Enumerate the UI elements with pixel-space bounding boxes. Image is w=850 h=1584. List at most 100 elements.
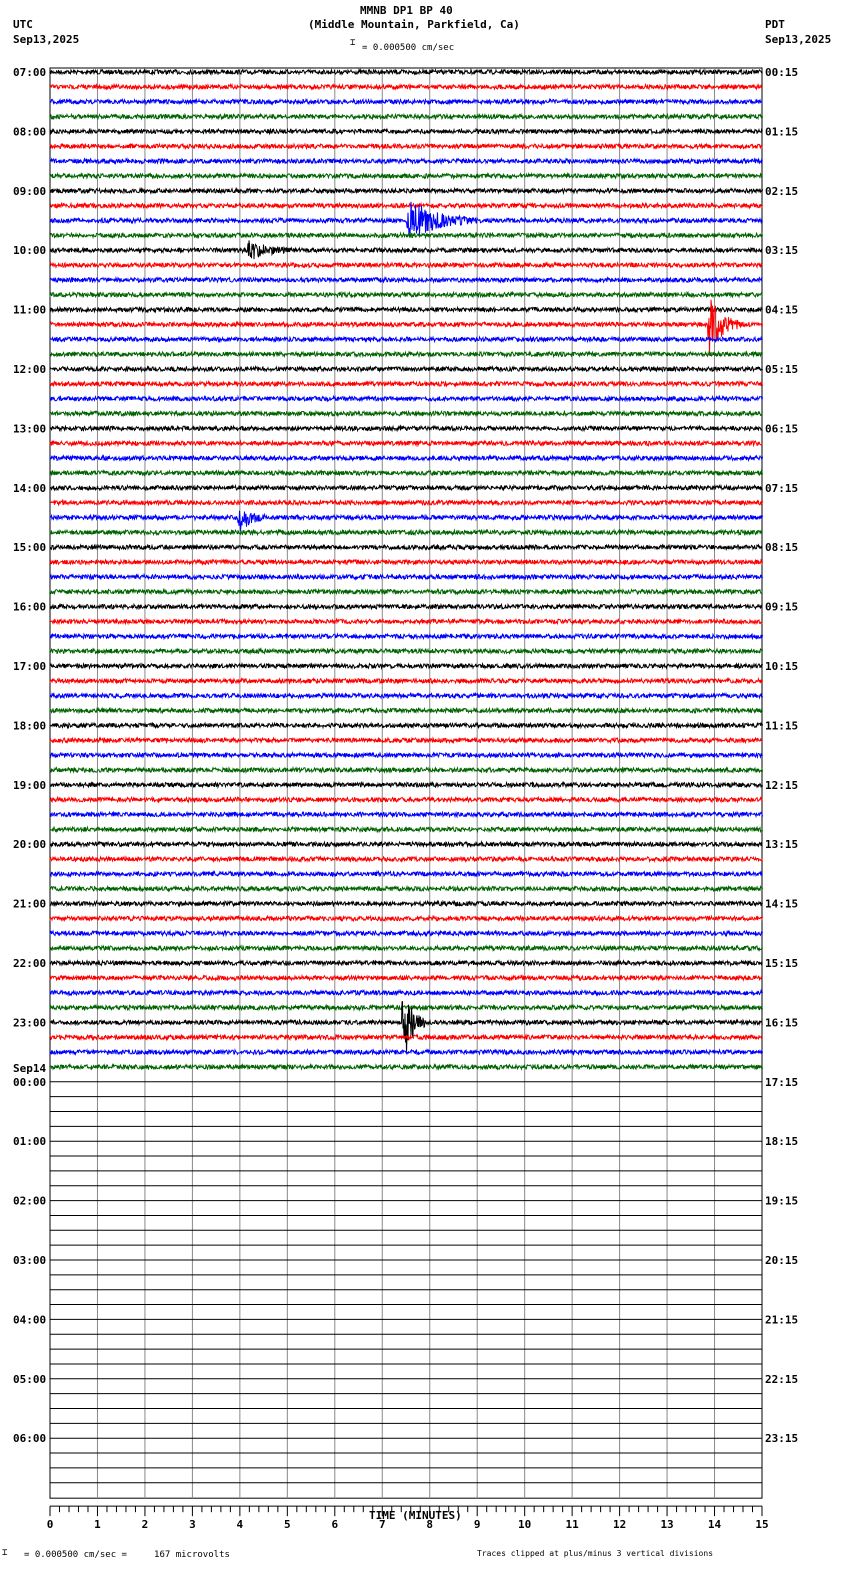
- pdt-hour-label: 07:15: [765, 482, 798, 495]
- plot-frame: [49, 67, 763, 1499]
- seismic-trace: [49, 929, 763, 938]
- seismic-trace: [49, 840, 763, 849]
- seismic-trace: [49, 142, 763, 151]
- seismic-trace: [49, 676, 763, 685]
- helicorder-plot: 07:00 08:00 09:00 10:00 11:00 12:00 13:00 14:00…: [13, 66, 798, 1531]
- x-tick-label: 1: [94, 1518, 101, 1531]
- seismic-trace: [49, 1062, 763, 1071]
- utc-hour-label: 00:00: [13, 1076, 46, 1089]
- seismic-trace: [49, 944, 763, 953]
- seismic-trace: [49, 483, 763, 492]
- utc-hour-label: 09:00: [13, 185, 46, 198]
- seismic-trace: [49, 1003, 763, 1012]
- seismic-trace: [49, 884, 763, 893]
- seismic-trace: [50, 498, 763, 507]
- pdt-hour-label: 22:15: [765, 1373, 798, 1386]
- utc-hour-label: 04:00: [13, 1313, 46, 1326]
- seismic-trace: [49, 240, 763, 260]
- pdt-hour-label: 20:15: [765, 1254, 798, 1267]
- x-tick-label: 13: [660, 1518, 673, 1531]
- utc-hour-label: 12:00: [13, 363, 46, 376]
- pdt-hour-label: 09:15: [765, 601, 798, 614]
- pdt-hour-label: 01:15: [765, 125, 798, 138]
- pdt-hour-label: 14:15: [765, 898, 798, 911]
- seismic-trace: [49, 171, 763, 181]
- seismic-trace: [49, 379, 763, 388]
- x-tick-label: 3: [189, 1518, 196, 1531]
- pdt-hour-label: 03:15: [765, 244, 798, 257]
- utc-hour-label: 23:00: [13, 1016, 46, 1029]
- utc-hour-label: 08:00: [13, 125, 46, 138]
- seismic-trace: [49, 825, 763, 834]
- seismic-trace: [49, 97, 763, 106]
- utc-hour-label: 07:00: [13, 66, 46, 79]
- seismic-trace: [49, 706, 763, 715]
- seismic-trace: [49, 750, 763, 760]
- utc-hour-label: 15:00: [13, 541, 46, 554]
- seismic-trace: [49, 127, 763, 136]
- seismic-trace: [49, 587, 763, 596]
- utc-hour-label: 03:00: [13, 1254, 46, 1267]
- pdt-hour-label: 05:15: [765, 363, 798, 376]
- seismic-trace: [49, 350, 763, 359]
- pdt-hour-label: 08:15: [765, 541, 798, 554]
- seismic-trace: [50, 572, 763, 581]
- seismic-trace: [49, 157, 763, 166]
- seismic-trace: [49, 958, 763, 968]
- x-tick-label: 9: [474, 1518, 481, 1531]
- utc-hour-label: 17:00: [13, 660, 46, 673]
- pdt-hour-label: 17:15: [765, 1076, 798, 1089]
- utc-hour-label: 06:00: [13, 1432, 46, 1445]
- seismic-trace: [49, 780, 763, 789]
- seismic-trace: [49, 424, 763, 433]
- utc-hour-label: 14:00: [13, 482, 46, 495]
- utc-hour-label: 19:00: [13, 779, 46, 792]
- x-tick-label: 2: [142, 1518, 149, 1531]
- seismic-trace: [49, 305, 763, 314]
- pdt-hour-label: 11:15: [765, 719, 798, 732]
- pdt-hour-label: 00:15: [765, 66, 798, 79]
- seismic-trace: [49, 201, 763, 210]
- utc-hour-label: 05:00: [13, 1373, 46, 1386]
- x-tick-label: 11: [566, 1518, 580, 1531]
- seismic-trace: [49, 854, 763, 864]
- seismic-trace: [49, 869, 763, 879]
- pdt-hour-label: 15:15: [765, 957, 798, 970]
- seismic-trace: [49, 632, 763, 641]
- pdt-hour-label: 21:15: [765, 1313, 798, 1326]
- x-tick-label: 15: [755, 1518, 768, 1531]
- seismic-trace: [49, 67, 763, 77]
- seismic-trace: [49, 528, 763, 537]
- seismic-trace: [49, 736, 763, 745]
- seismic-trace: [49, 335, 763, 344]
- seismic-trace: [49, 543, 763, 552]
- seismic-trace: [49, 899, 763, 908]
- pdt-hour-label: 16:15: [765, 1016, 798, 1029]
- x-tick-label: 6: [331, 1518, 338, 1531]
- pdt-hour-label: 13:15: [765, 838, 798, 851]
- seismic-trace: [49, 409, 763, 418]
- seismic-trace: [50, 82, 763, 91]
- utc-hour-label: 22:00: [13, 957, 46, 970]
- pdt-hour-label: 19:15: [765, 1195, 798, 1208]
- utc-hour-label: 10:00: [13, 244, 46, 257]
- pdt-hour-label: 02:15: [765, 185, 798, 198]
- clip-note: Traces clipped at plus/minus 3 vertical …: [477, 1549, 714, 1558]
- footer-scale-icon: ⌶: [2, 1548, 8, 1558]
- utc-hour-label: 11:00: [13, 304, 46, 317]
- seismic-trace: [49, 290, 763, 299]
- seismic-trace: [49, 186, 763, 195]
- x-axis-label: TIME (MINUTES): [369, 1509, 462, 1522]
- footer-scale: = 0.000500 cm/sec = 167 microvolts: [24, 1550, 230, 1560]
- utc-hour-label: 02:00: [13, 1195, 46, 1208]
- seismic-trace: [49, 617, 763, 626]
- seismic-trace: [49, 558, 763, 567]
- utc-hour-label: 18:00: [13, 719, 46, 732]
- pdt-hour-label: 06:15: [765, 422, 798, 435]
- x-tick-label: 12: [613, 1518, 626, 1531]
- x-tick-label: 14: [708, 1518, 722, 1531]
- seismic-trace: [49, 810, 763, 819]
- seismic-trace: [49, 661, 763, 671]
- utc-hour-label: 21:00: [13, 898, 46, 911]
- utc-hour-label: 20:00: [13, 838, 46, 851]
